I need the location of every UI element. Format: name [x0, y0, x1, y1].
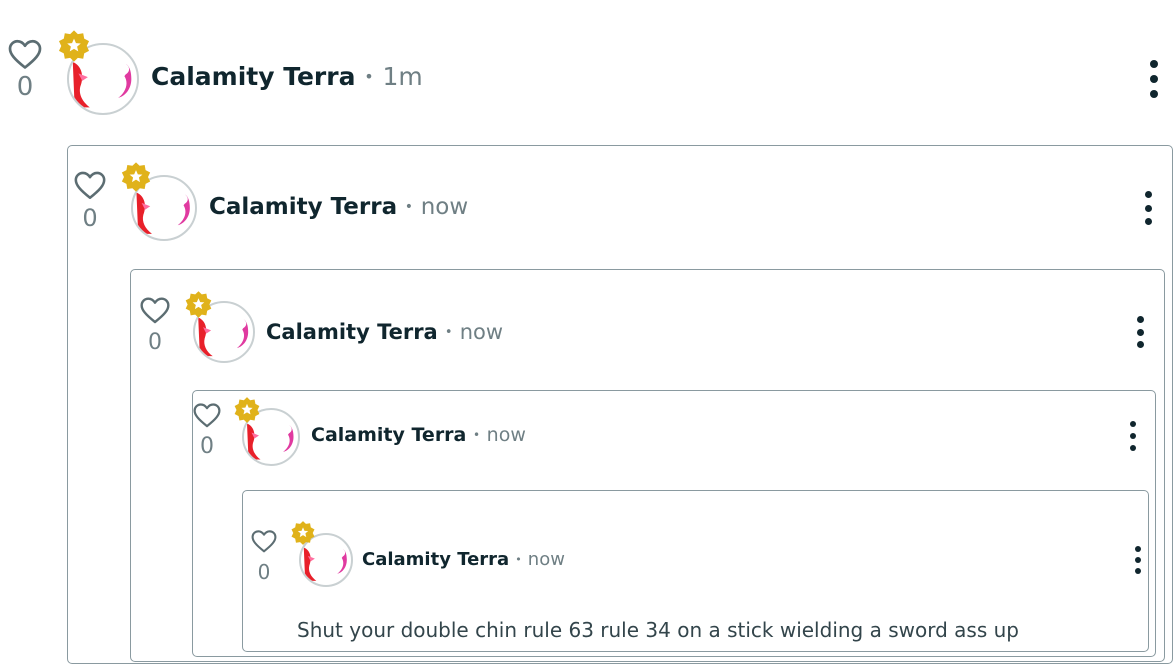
star-badge-icon — [233, 396, 261, 424]
separator-dot: • — [404, 199, 414, 215]
comment-meta: Calamity Terra • now — [362, 549, 565, 570]
kebab-menu-icon[interactable] — [1127, 421, 1139, 451]
comment-meta: Calamity Terra • now — [311, 424, 526, 446]
timestamp: now — [527, 549, 565, 570]
heart-outline-icon — [251, 530, 277, 553]
star-badge-icon — [184, 290, 213, 319]
like-count: 0 — [82, 204, 98, 232]
heart-outline-icon — [140, 297, 170, 324]
timestamp: 1m — [382, 62, 423, 91]
kebab-menu-icon[interactable] — [1132, 546, 1144, 574]
author-name[interactable]: Calamity Terra — [266, 320, 438, 344]
separator-dot: • — [472, 428, 481, 442]
heart-outline-icon — [74, 171, 106, 200]
comment-meta: Calamity Terra • 1m — [151, 62, 423, 91]
like-count: 0 — [257, 560, 271, 584]
author-name[interactable]: Calamity Terra — [311, 424, 466, 446]
heart-outline-icon — [193, 403, 221, 428]
like-button[interactable]: 0 — [138, 296, 172, 354]
separator-dot: • — [515, 553, 522, 566]
like-count: 0 — [200, 434, 214, 459]
like-button[interactable]: 0 — [250, 529, 278, 582]
timestamp: now — [459, 320, 504, 344]
heart-outline-icon — [8, 39, 42, 69]
author-name[interactable]: Calamity Terra — [209, 194, 397, 220]
comment-meta: Calamity Terra • now — [209, 194, 468, 220]
like-button[interactable]: 0 — [73, 170, 107, 230]
star-badge-icon — [290, 520, 316, 546]
comment-meta: Calamity Terra • now — [266, 320, 503, 344]
comment-body: Shut your double chin rule 63 rule 34 on… — [297, 618, 1019, 642]
separator-dot: • — [444, 324, 453, 340]
kebab-menu-icon[interactable] — [1134, 316, 1147, 348]
separator-dot: • — [364, 67, 374, 86]
timestamp: now — [420, 194, 469, 220]
star-badge-icon — [57, 29, 91, 63]
timestamp: now — [486, 424, 526, 446]
star-badge-icon — [120, 161, 152, 193]
like-count: 0 — [148, 330, 162, 355]
author-name[interactable]: Calamity Terra — [362, 549, 509, 570]
like-button[interactable]: 0 — [6, 38, 44, 100]
kebab-menu-icon[interactable] — [1141, 191, 1155, 225]
author-name[interactable]: Calamity Terra — [151, 62, 355, 91]
like-button[interactable]: 0 — [192, 402, 222, 458]
like-count: 0 — [16, 72, 34, 102]
kebab-menu-icon[interactable] — [1146, 60, 1162, 98]
